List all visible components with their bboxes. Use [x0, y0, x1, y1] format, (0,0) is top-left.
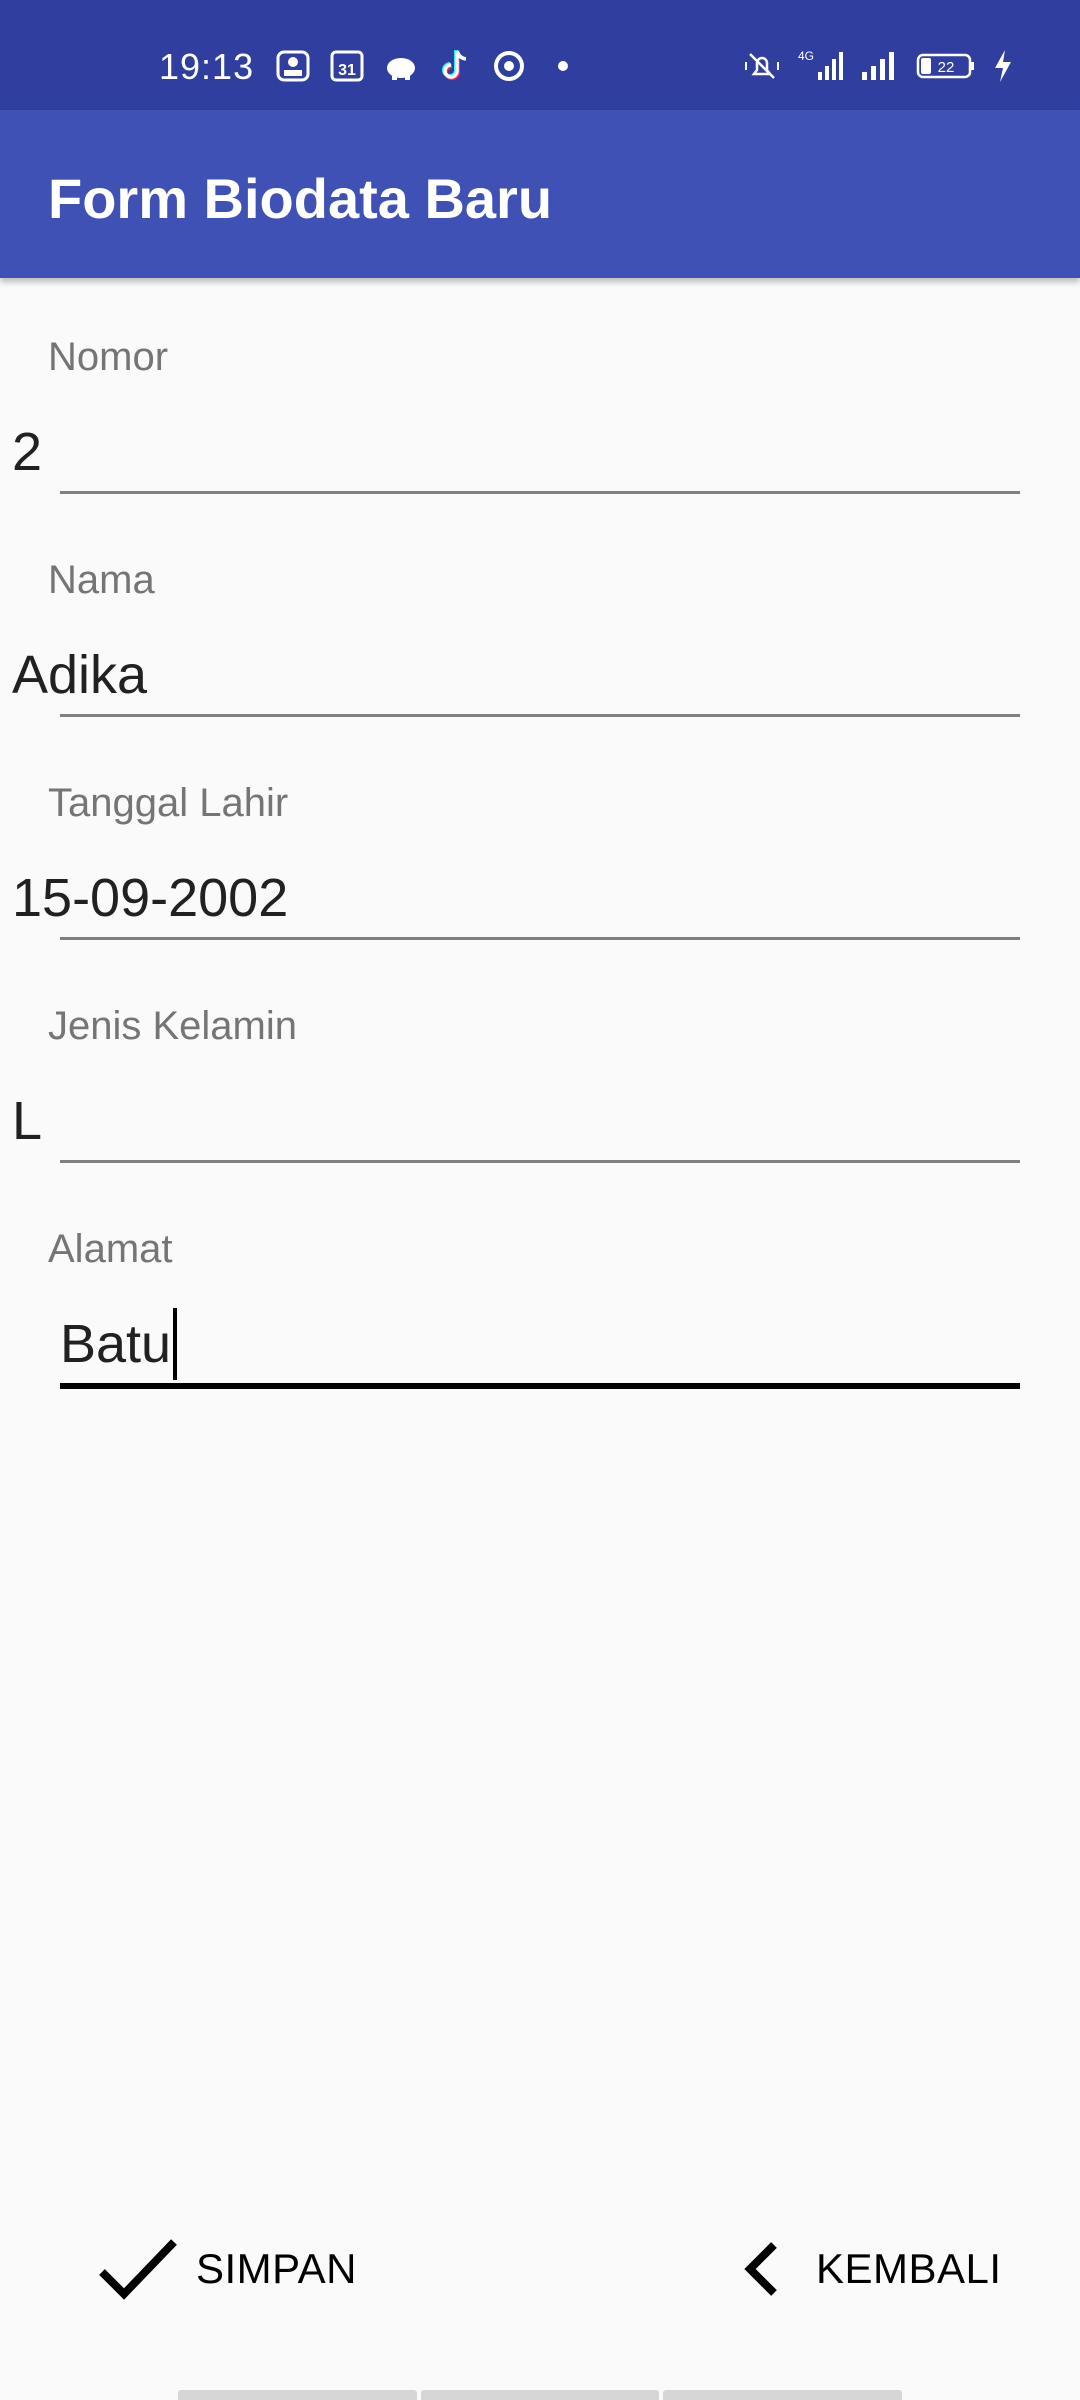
- tanggal-lahir-underline: [60, 937, 1020, 940]
- back-label: KEMBALI: [816, 2245, 1002, 2292]
- nav-segment: [663, 2390, 903, 2400]
- tiktok-icon: [437, 48, 473, 84]
- jenis-kelamin-input[interactable]: [12, 1075, 972, 1167]
- jenis-kelamin-field-group: Jenis Kelamin: [12, 996, 1020, 1167]
- alamat-value: Batu: [60, 1314, 172, 1374]
- chevron-left-icon: [742, 2241, 782, 2297]
- tanggal-lahir-input[interactable]: [12, 852, 972, 944]
- nomor-underline: [60, 491, 1020, 494]
- nama-underline: [60, 714, 1020, 717]
- network-type: 4G: [798, 49, 814, 63]
- signal-icon: [860, 48, 900, 84]
- nav-segment: [420, 2390, 660, 2400]
- jenis-kelamin-underline: [60, 1160, 1020, 1163]
- nomor-field-group: Nomor: [12, 327, 1020, 498]
- charging-icon: [992, 48, 1014, 84]
- nomor-label: Nomor: [48, 335, 169, 379]
- save-label: SIMPAN: [196, 2245, 357, 2292]
- piggy-bank-icon: [383, 48, 419, 84]
- app-bar: Form Biodata Baru: [0, 110, 1080, 278]
- ticket-app-icon: [275, 48, 311, 84]
- nav-segment: [178, 2390, 417, 2400]
- status-time: 19:13: [159, 46, 255, 87]
- nama-input[interactable]: [12, 629, 972, 721]
- nama-field-group: Nama: [12, 550, 1020, 721]
- alamat-field-group: Alamat Batu: [48, 1219, 1020, 1389]
- calendar-day: 31: [338, 62, 356, 79]
- tanggal-lahir-field-group: Tanggal Lahir: [12, 773, 1020, 944]
- nama-label: Nama: [48, 558, 155, 602]
- nomor-input[interactable]: [12, 406, 972, 498]
- alamat-label: Alamat: [48, 1227, 173, 1271]
- battery-level: 22: [938, 59, 955, 76]
- calendar-icon: 31: [329, 48, 365, 84]
- vibrate-mute-icon: [744, 48, 780, 84]
- back-button[interactable]: KEMBALI: [742, 2236, 1002, 2302]
- check-icon: [96, 2236, 180, 2302]
- circle-app-icon: [491, 48, 527, 84]
- tanggal-lahir-label: Tanggal Lahir: [48, 781, 289, 825]
- page-title: Form Biodata Baru: [48, 167, 553, 230]
- jenis-kelamin-label: Jenis Kelamin: [48, 1004, 298, 1048]
- alamat-underline: [60, 1383, 1020, 1389]
- dot-icon: [545, 48, 581, 84]
- save-button[interactable]: SIMPAN: [96, 2236, 357, 2302]
- navigation-bar: [178, 2390, 903, 2400]
- text-cursor: [173, 1308, 178, 1380]
- status-bar: 19:13 31 4G 22: [0, 0, 1080, 110]
- battery-icon: 22: [916, 48, 976, 84]
- signal-4g-icon: 4G: [796, 48, 844, 84]
- alamat-input[interactable]: Batu: [60, 1298, 178, 1390]
